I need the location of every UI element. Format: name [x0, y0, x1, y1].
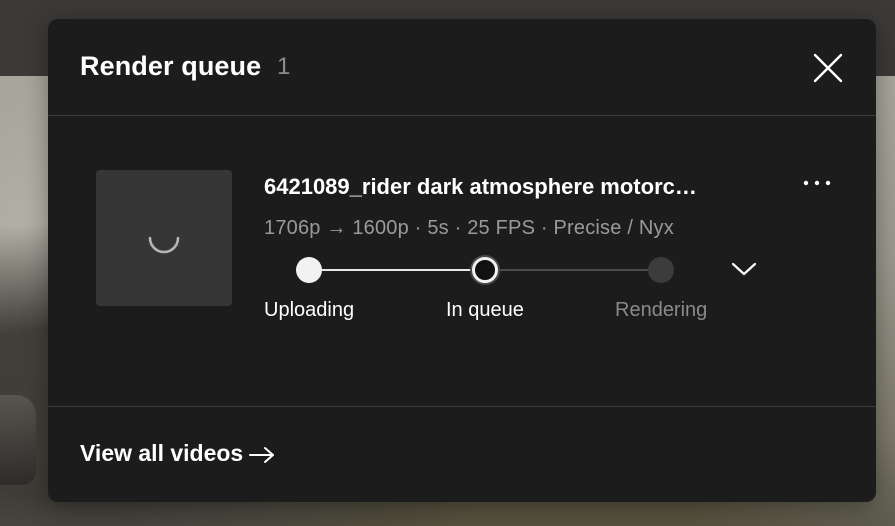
- expand-details-button[interactable]: [731, 260, 757, 278]
- step-dot-in-queue: [472, 257, 498, 283]
- step-label-in-queue: In queue: [446, 299, 524, 321]
- video-filename: 6421089_rider dark atmosphere motorc…: [264, 174, 697, 199]
- view-all-videos-link[interactable]: View all videos: [80, 440, 275, 467]
- more-horizontal-icon: [803, 180, 831, 186]
- panel-header: Render queue 1: [48, 19, 876, 116]
- more-options-button[interactable]: [800, 175, 834, 191]
- video-meta: 1706p → 1600p · 5s · 25 FPS · Precise / …: [264, 217, 674, 239]
- loading-spinner-icon: [148, 236, 180, 254]
- step-label-rendering: Rendering: [615, 299, 708, 321]
- video-thumbnail: [96, 170, 232, 306]
- background-figure: [0, 395, 36, 485]
- progress-track-remaining: [485, 269, 661, 271]
- close-icon: [813, 53, 843, 83]
- step-dot-rendering: [648, 257, 674, 283]
- chevron-down-icon: [731, 262, 757, 276]
- panel-title: Render queue: [80, 51, 262, 81]
- step-dot-uploading: [296, 257, 322, 283]
- footer-divider: [48, 406, 876, 407]
- view-all-videos-label: View all videos: [80, 440, 244, 466]
- progress-track-completed: [309, 269, 485, 271]
- render-queue-panel: Render queue 1 6421089_rider dark atmosp…: [48, 19, 876, 502]
- close-button[interactable]: [812, 52, 844, 84]
- step-label-uploading: Uploading: [264, 299, 355, 321]
- arrow-right-icon: [249, 446, 275, 463]
- queue-count: 1: [277, 53, 291, 80]
